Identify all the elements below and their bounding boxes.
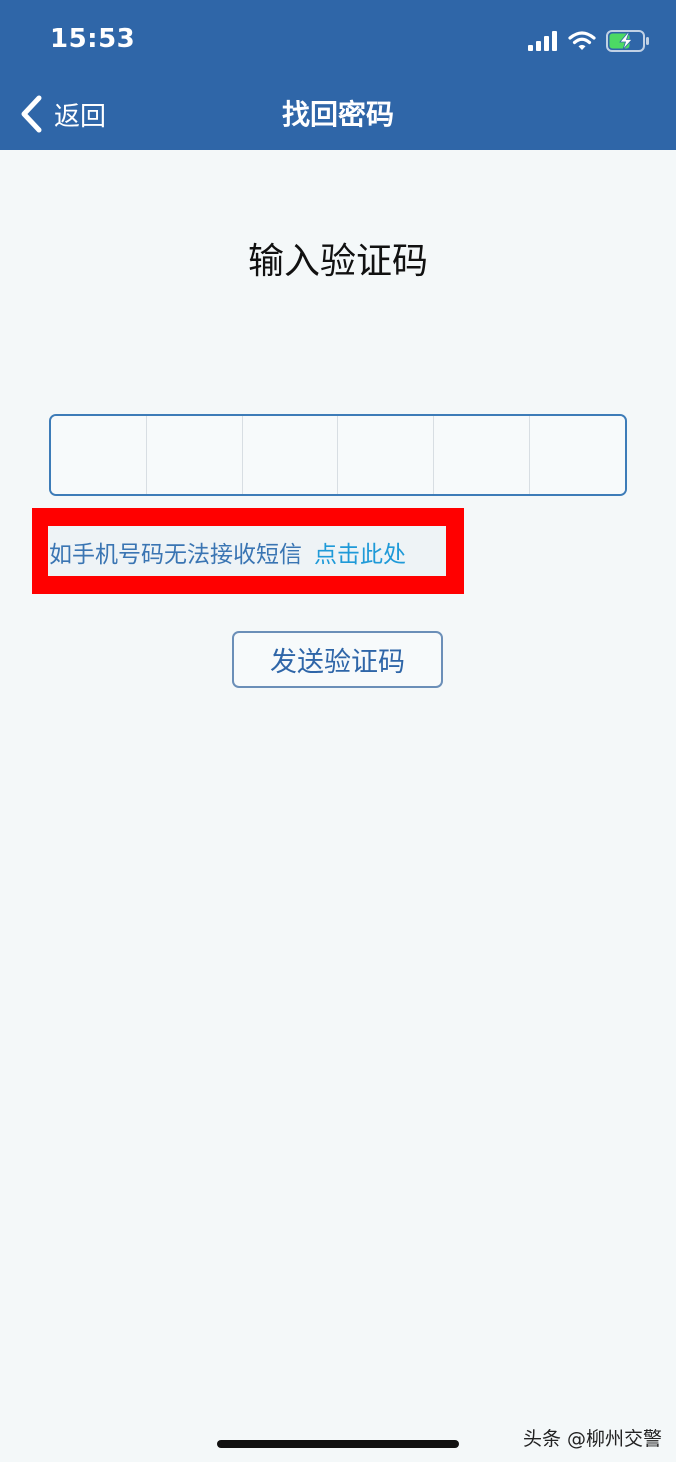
click-here-link[interactable]: 点击此处 <box>314 535 406 569</box>
status-time: 15:53 <box>50 24 136 54</box>
code-digit-cell-3[interactable] <box>242 416 339 494</box>
code-digit-cell-6[interactable] <box>530 416 625 494</box>
code-digit-cell-5[interactable] <box>434 416 531 494</box>
screen: 15:53 返回 找回密码 输入验证码 如手机号码无法接收短信 点击此处 发送验… <box>0 0 676 1462</box>
watermark: 头条 @柳州交警 <box>522 1428 662 1450</box>
sms-help-line: 如手机号码无法接收短信 点击此处 <box>49 534 406 570</box>
send-code-button[interactable]: 发送验证码 <box>232 631 443 688</box>
verification-heading: 输入验证码 <box>247 241 428 282</box>
home-indicator[interactable] <box>217 1440 459 1448</box>
code-digit-cell-2[interactable] <box>146 416 243 494</box>
page-title: 找回密码 <box>281 98 394 131</box>
status-icons <box>528 28 650 54</box>
wifi-icon <box>568 31 596 50</box>
verification-code-input[interactable] <box>49 414 627 496</box>
battery-charging-icon <box>606 30 649 52</box>
app-header: 15:53 返回 找回密码 <box>0 0 676 150</box>
sms-help-text: 如手机号码无法接收短信 <box>49 542 302 568</box>
code-digit-cell-1[interactable] <box>51 416 147 494</box>
code-digit-cell-4[interactable] <box>338 416 435 494</box>
cellular-signal-icon <box>528 31 557 51</box>
